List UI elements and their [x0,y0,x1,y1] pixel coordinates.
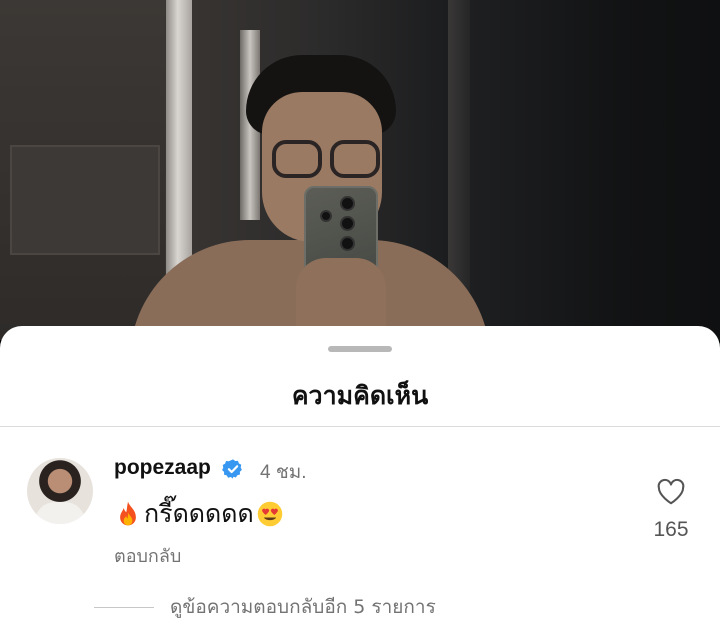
like-control[interactable]: 165 [646,478,696,542]
comment-timestamp: 4 ชม. [260,462,307,483]
replies-divider-line [94,606,154,608]
comment-text: กรี๊ดดดดด [144,499,254,528]
sheet-divider [0,426,720,427]
post-photo [0,0,720,340]
reply-button[interactable]: ตอบกลับ [114,541,181,570]
photo-door-panel [10,145,160,255]
sheet-drag-handle[interactable] [328,346,392,352]
view-more-replies-label: ดูข้อความตอบกลับอีก 5 รายการ [170,596,436,618]
view-more-replies-button[interactable]: ดูข้อความตอบกลับอีก 5 รายการ [94,592,436,622]
commenter-avatar[interactable] [27,458,93,524]
comments-sheet: ความคิดเห็น popezaap 4 ชม. กรี๊ดดดดด ตอบ… [0,326,720,643]
photo-glasses-right [330,140,380,178]
photo-glasses-left [272,140,322,178]
photo-dark-wall [470,0,720,340]
sheet-title: ความคิดเห็น [291,382,429,410]
like-count: 165 [653,518,689,541]
heart-outline-icon[interactable] [656,478,686,506]
fire-emoji-icon [120,501,136,526]
heart-eyes-emoji-icon [257,501,282,527]
verified-badge-icon [222,459,242,479]
commenter-username[interactable]: popezaap [114,456,211,480]
comment-text-row: กรี๊ดดดดด [114,494,284,534]
photo-light-strip [166,0,192,300]
